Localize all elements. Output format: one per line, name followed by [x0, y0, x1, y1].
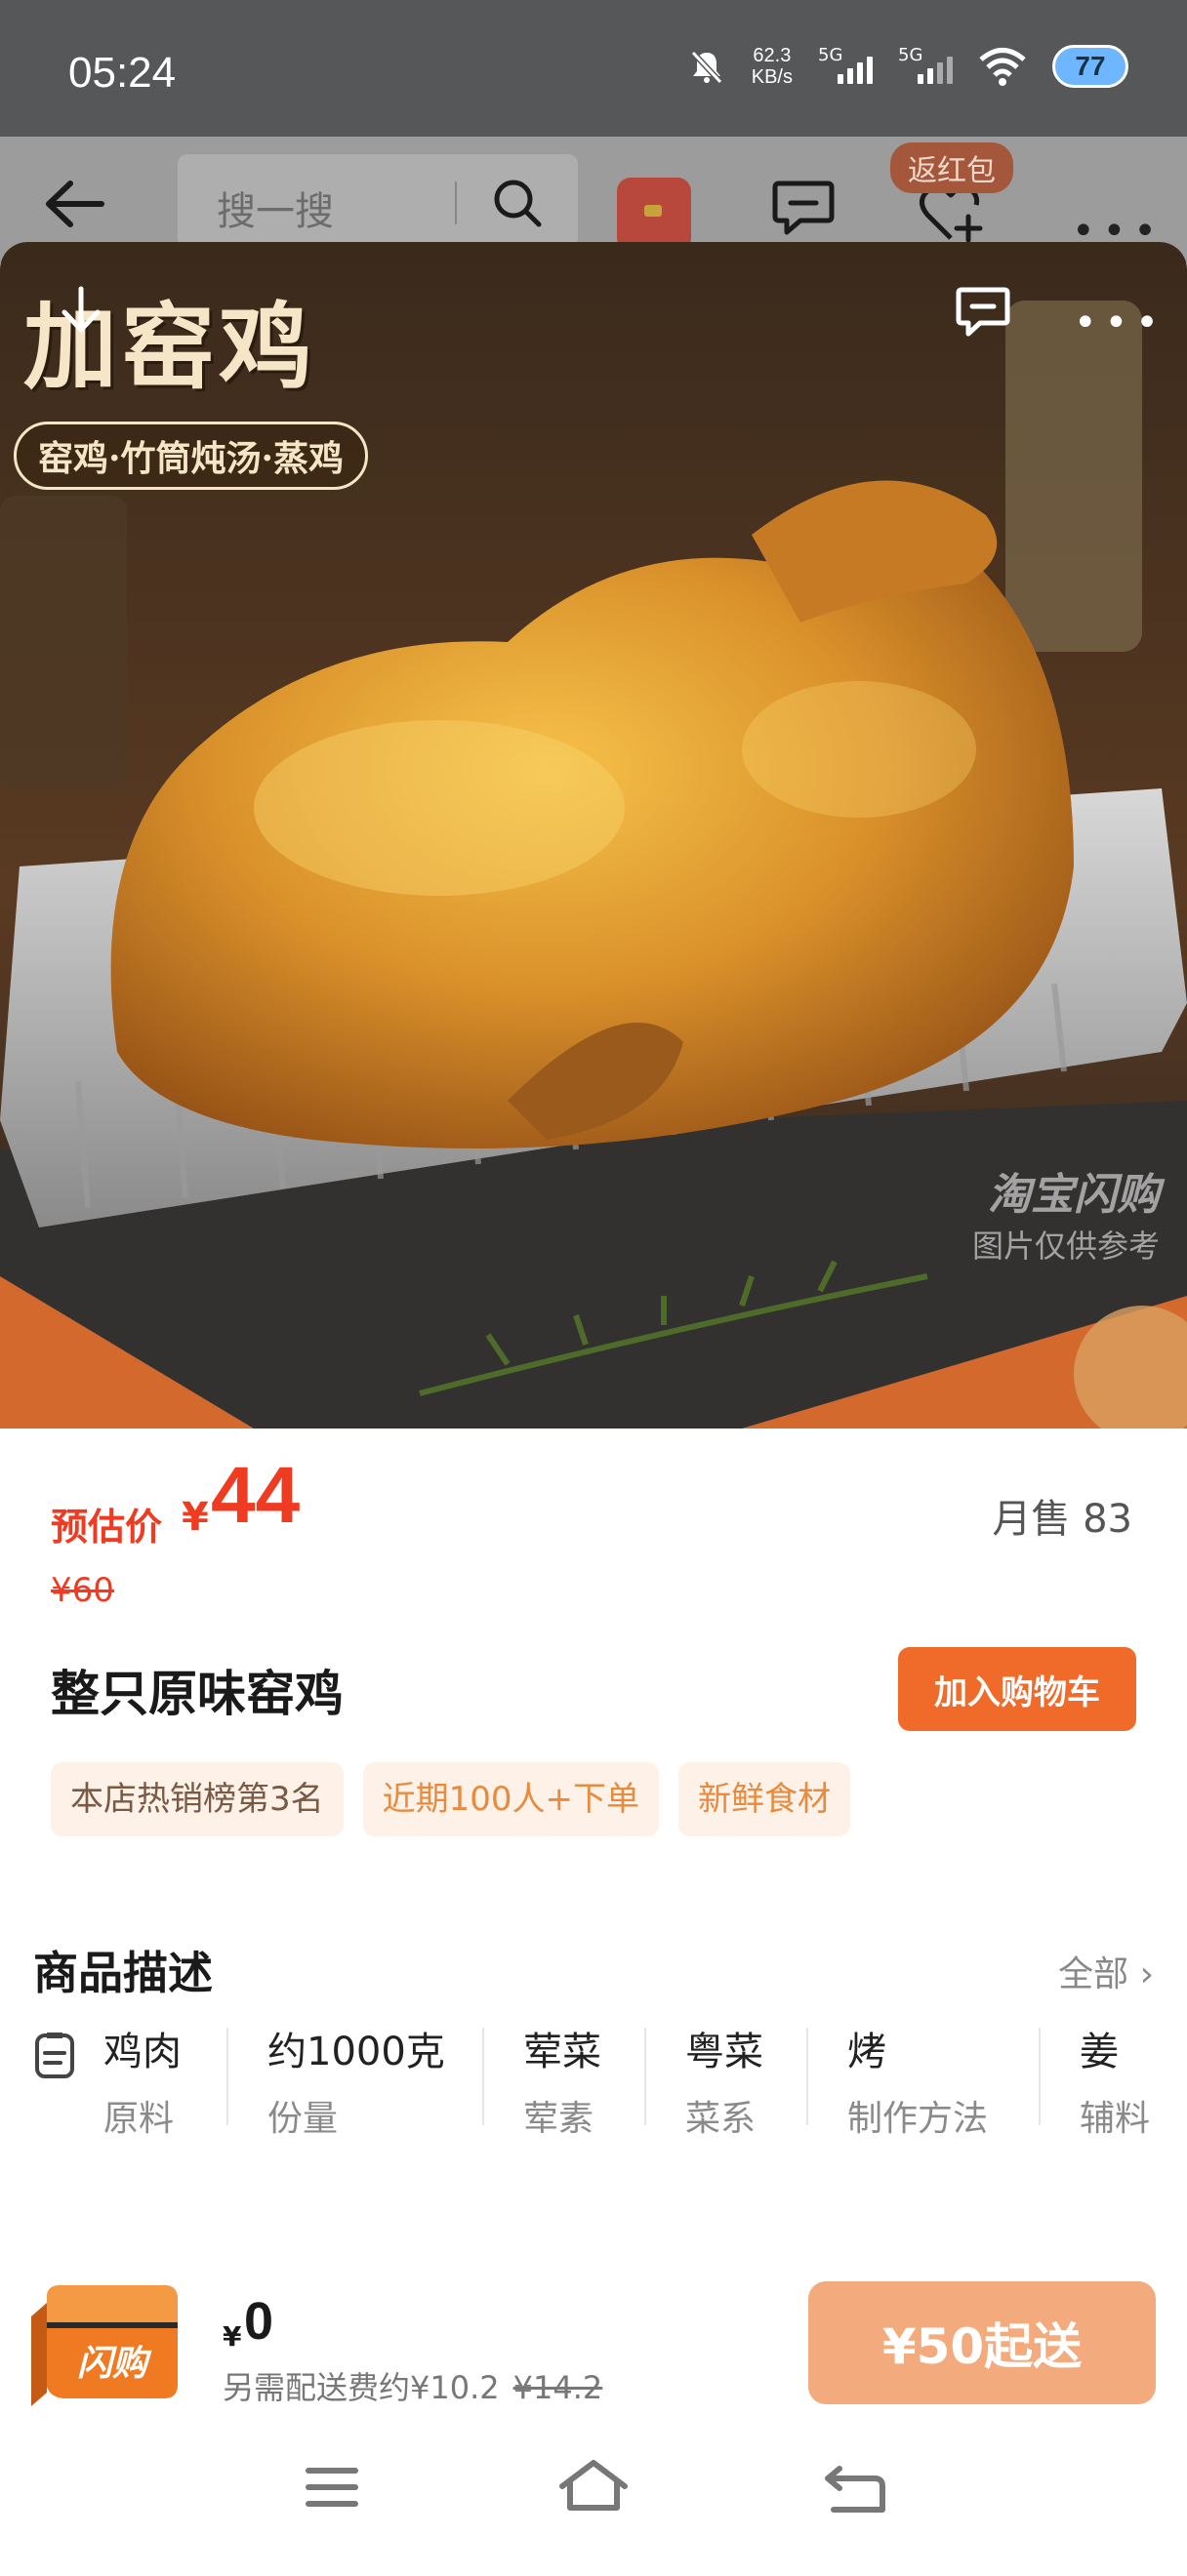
checkout-bar: 闪购 ¥ 0 另需配送费约¥10.2 ¥14.2 ¥50起送 — [0, 2244, 1187, 2420]
banner-subtitle: 窑鸡·竹筒炖汤·蒸鸡 — [14, 422, 369, 490]
original-price: ¥60 — [51, 1571, 114, 1610]
divider — [482, 2028, 484, 2125]
min-order-button[interactable]: ¥50起送 — [808, 2281, 1156, 2404]
attribute-value: 粤菜 — [685, 2030, 763, 2074]
watermark-note: 图片仅供参考 — [971, 1228, 1160, 1265]
add-to-cart-button[interactable]: 加入购物车 — [898, 1647, 1136, 1731]
attribute-key: 制作方法 — [847, 2099, 989, 2139]
price-section: 预估价 ¥ 44 ¥60 月售 83 整只原味窑鸡 加入购物车 本店热销榜第3名… — [0, 1429, 1187, 1879]
delivery-fee-note: 另需配送费约¥10.2 ¥14.2 — [223, 2363, 602, 2408]
attribute-value: 姜 — [1080, 2030, 1119, 2074]
net-speed: 62.3 KB/s — [752, 45, 793, 88]
status-time: 05:24 — [68, 49, 177, 97]
product-name: 整只原味窑鸡 — [51, 1666, 344, 1722]
attribute-list[interactable]: 鸡肉 原料 约1000克 份量 荤菜 荤素 粤菜 菜系 烤 制作方法 姜 辅料 — [0, 2020, 1187, 2139]
chat-icon[interactable] — [955, 285, 1011, 340]
total-currency: ¥ — [223, 2320, 242, 2353]
divider — [226, 2028, 228, 2125]
divider — [1039, 2028, 1041, 2125]
description-section: 商品描述 全部 › 鸡肉 原料 约1000克 份量 荤菜 荤素 粤菜 菜系 烤 … — [0, 1905, 1187, 2217]
product-sheet: 加窑鸡 窑鸡·竹筒炖汤·蒸鸡 ••• 淘宝闪购 图片仅供参考 预估价 ¥ 44 … — [0, 242, 1187, 2576]
divider — [806, 2028, 808, 2125]
bag-label: 闪购 — [77, 2344, 152, 2384]
mute-icon — [690, 50, 722, 85]
price-currency: ¥ — [182, 1495, 209, 1540]
attribute-item: 粤菜 菜系 — [685, 2020, 763, 2139]
tag-bestseller: 本店热销榜第3名 — [51, 1762, 344, 1836]
attribute-value: 烤 — [847, 2030, 886, 2074]
divider — [644, 2028, 646, 2125]
delivery-bag-icon[interactable]: 闪购 — [18, 2277, 189, 2414]
attribute-item: 姜 辅料 — [1080, 2020, 1150, 2139]
price-value: 44 — [211, 1451, 301, 1540]
search-placeholder: 搜一搜 — [217, 189, 334, 234]
net-speed-unit: KB/s — [751, 66, 793, 88]
description-title: 商品描述 — [33, 1947, 213, 1999]
total-amount: 0 — [244, 2292, 274, 2351]
signal-5g-2: 5G — [898, 45, 953, 88]
back-arrow-icon[interactable] — [43, 180, 105, 228]
search-divider — [455, 181, 457, 224]
price-label: 预估价 — [51, 1506, 163, 1549]
net-speed-value: 62.3 — [753, 45, 792, 66]
watermark-brand: 淘宝闪购 — [988, 1170, 1160, 1220]
home-icon[interactable] — [556, 2459, 631, 2514]
attribute-value: 荤菜 — [523, 2030, 601, 2074]
tag-list: 本店热销榜第3名 近期100人+下单 新鲜食材 — [51, 1762, 851, 1836]
attribute-item: 荤菜 荤素 — [523, 2020, 601, 2139]
signal-bars-icon — [838, 57, 873, 84]
attribute-key: 份量 — [267, 2099, 339, 2139]
status-icons: 62.3 KB/s 5G 5G 77 — [687, 45, 1128, 88]
signal-bars-icon — [918, 57, 953, 84]
red-packet-icon[interactable] — [617, 178, 691, 252]
status-bar: 05:24 62.3 KB/s 5G 5G 77 — [0, 0, 1187, 137]
menu-icon[interactable] — [303, 2463, 361, 2512]
signal-5g-1: 5G — [818, 45, 873, 88]
attribute-key: 原料 — [103, 2099, 175, 2139]
chat-icon[interactable] — [771, 178, 836, 238]
attribute-item: 约1000克 份量 — [267, 2020, 445, 2139]
download-icon[interactable] — [57, 285, 105, 343]
watermark: 淘宝闪购 图片仅供参考 — [972, 1159, 1160, 1267]
wifi-icon — [979, 48, 1026, 86]
tag-fresh: 新鲜食材 — [678, 1762, 851, 1836]
more-icon[interactable]: ••• — [1074, 301, 1167, 345]
battery-indicator: 77 — [1052, 45, 1128, 88]
delivery-fee-original: ¥14.2 — [512, 2369, 603, 2406]
back-icon[interactable] — [820, 2463, 888, 2516]
attribute-value: 约1000克 — [267, 2030, 445, 2074]
attribute-key: 辅料 — [1080, 2099, 1151, 2139]
attribute-item: 鸡肉 原料 — [103, 2020, 182, 2139]
attribute-item: 烤 制作方法 — [847, 2020, 988, 2139]
search-input[interactable]: 搜一搜 — [178, 154, 578, 248]
product-image[interactable]: 加窑鸡 窑鸡·竹筒炖汤·蒸鸡 ••• 淘宝闪购 图片仅供参考 — [0, 242, 1187, 1429]
monthly-sales: 月售 83 — [992, 1497, 1132, 1542]
attribute-key: 菜系 — [685, 2099, 757, 2139]
chevron-right-icon: › — [1139, 1954, 1154, 1994]
cashback-badge: 返红包 — [890, 142, 1013, 193]
attribute-key: 荤素 — [523, 2099, 594, 2139]
search-icon[interactable] — [490, 176, 545, 230]
attribute-value: 鸡肉 — [103, 2030, 182, 2074]
view-all-label: 全部 — [1058, 1954, 1129, 1994]
tag-recent-orders: 近期100人+下单 — [362, 1762, 660, 1836]
view-all-link[interactable]: 全部 › — [1058, 1946, 1154, 1996]
document-icon — [35, 2033, 74, 2078]
delivery-fee: 另需配送费约¥10.2 — [223, 2369, 500, 2406]
system-nav-bar — [0, 2420, 1187, 2576]
